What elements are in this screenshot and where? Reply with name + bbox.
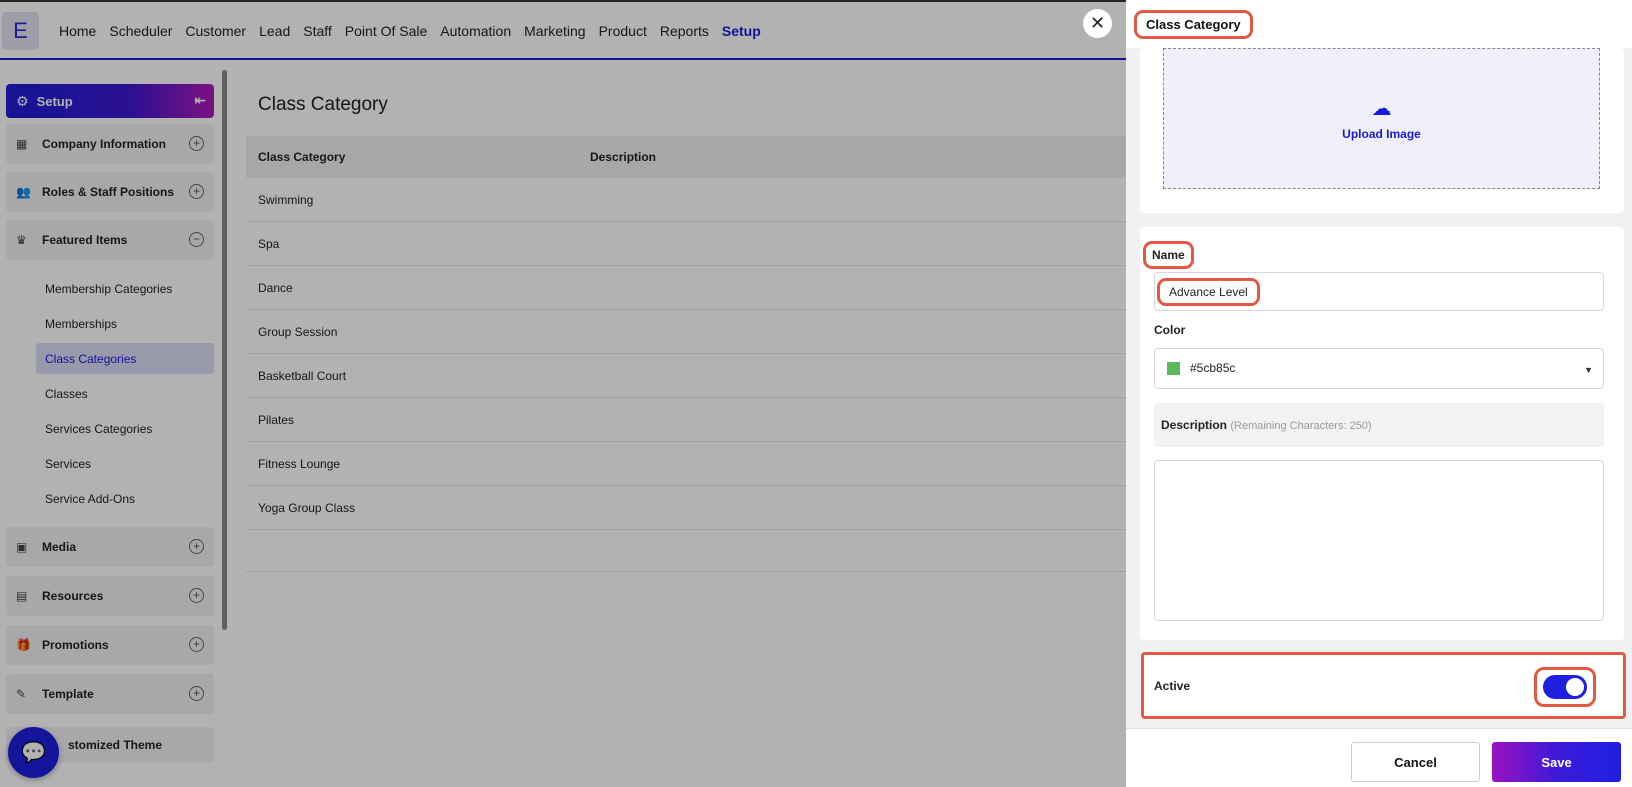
color-select[interactable]: #5cb85c ▼ (1154, 348, 1604, 389)
class-category-panel: Class Category ☁ Upload Image Name Advan… (1126, 0, 1632, 787)
upload-card: ☁ Upload Image (1140, 48, 1624, 213)
name-field[interactable]: Advance Level (1154, 272, 1604, 311)
modal-backdrop[interactable] (0, 0, 1126, 787)
active-card: Active (1141, 652, 1626, 719)
description-textarea[interactable] (1154, 460, 1604, 621)
close-icon: ✕ (1089, 13, 1106, 33)
panel-header: Class Category (1126, 0, 1632, 48)
chevron-down-icon: ▼ (1584, 365, 1593, 375)
color-label: Color (1154, 323, 1186, 337)
active-toggle[interactable] (1543, 675, 1587, 699)
cloud-upload-icon: ☁ (1371, 98, 1392, 120)
color-value: #5cb85c (1190, 361, 1236, 375)
toggle-knob (1566, 678, 1584, 696)
description-hint: (Remaining Characters: 250) (1230, 420, 1372, 432)
name-field-value: Advance Level (1157, 278, 1260, 306)
cancel-button[interactable]: Cancel (1351, 742, 1480, 782)
panel-footer: Cancel Save (1126, 728, 1632, 787)
name-label: Name (1143, 241, 1194, 269)
save-button[interactable]: Save (1492, 742, 1621, 782)
close-panel-button[interactable]: ✕ (1083, 9, 1112, 38)
description-label: Description (1161, 418, 1228, 432)
panel-title: Class Category (1134, 10, 1253, 39)
color-swatch (1167, 362, 1180, 376)
upload-image-label: Upload Image (1342, 127, 1421, 141)
active-label: Active (1154, 679, 1191, 693)
upload-image-dropzone[interactable]: ☁ Upload Image (1163, 48, 1600, 189)
description-label-bar: Description (Remaining Characters: 250) (1154, 403, 1604, 447)
active-toggle-highlight (1534, 667, 1596, 707)
